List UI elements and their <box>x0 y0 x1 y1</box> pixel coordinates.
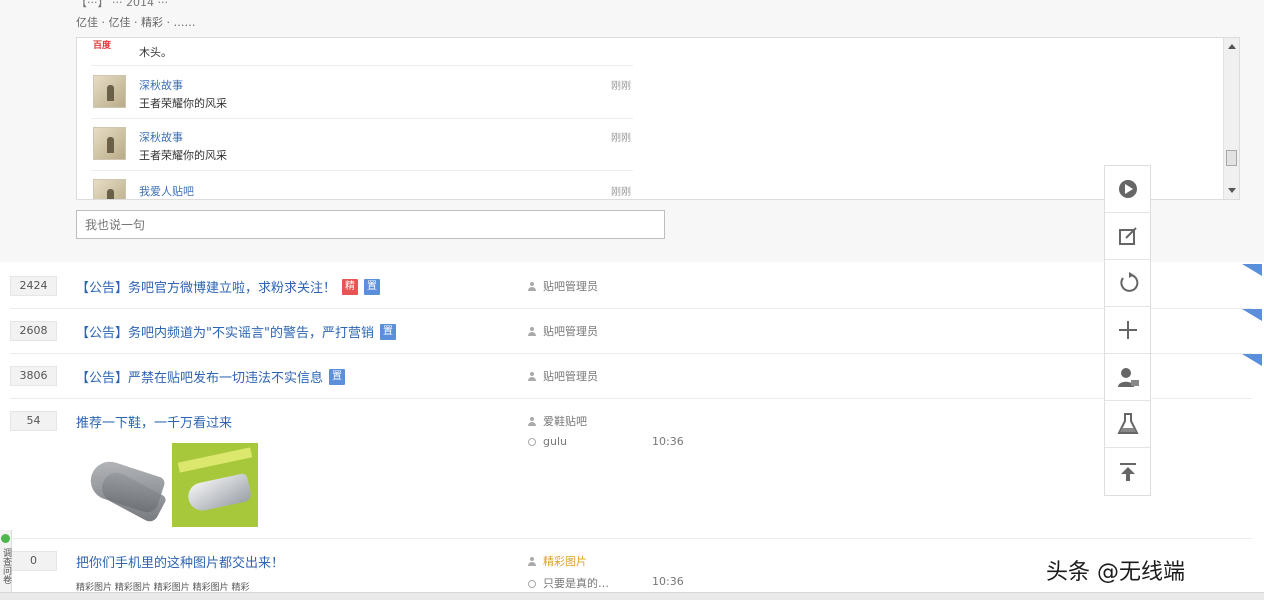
thread-title[interactable]: 【公告】务吧内频道为"不实谣言"的警告，严打营销 <box>76 322 374 341</box>
user-icon <box>1117 368 1139 387</box>
author-name[interactable]: 贴吧管理员 <box>543 280 598 293</box>
comment-author[interactable]: 我爱人贴吧 <box>139 183 194 199</box>
scroll-down-icon[interactable] <box>1228 188 1236 193</box>
reply-icon <box>528 580 536 588</box>
comment-text: 木头。 <box>139 46 172 59</box>
thread-abstract: 亿佳 · 亿佳 · 精彩 · …… <box>76 16 196 29</box>
thread-author[interactable]: 爱鞋贴吧 <box>528 413 587 429</box>
thread-image[interactable] <box>172 443 258 527</box>
lab-button[interactable] <box>1105 401 1150 448</box>
float-toolbar <box>1104 165 1151 496</box>
thread-title-cutoff[interactable]: 【···】 ··· 2014 ··· <box>76 0 168 10</box>
plus-icon <box>1118 321 1137 339</box>
corner-flag-icon <box>1242 309 1262 321</box>
reply-author-name[interactable]: 只要是真的… <box>543 577 609 590</box>
back-to-top-button[interactable] <box>1105 448 1150 495</box>
thread-title[interactable]: 【公告】务吧官方微博建立啦，求粉求关注！ <box>76 277 336 296</box>
refresh-button[interactable] <box>1105 260 1150 307</box>
comment-item: 百度 木头。 <box>91 38 633 66</box>
refresh-icon <box>1119 272 1138 292</box>
thread-author[interactable]: 贴吧管理员 <box>528 368 598 384</box>
add-button[interactable] <box>1105 307 1150 354</box>
thread-row: 2608 【公告】务吧内频道为"不实谣言"的警告，严打营销 置 贴吧管理员 <box>10 309 1262 354</box>
scroll-thumb[interactable] <box>1226 150 1237 166</box>
comment-text: 王者荣耀你的风采 <box>139 97 227 110</box>
thread-image[interactable] <box>84 443 170 527</box>
author-name[interactable]: 爱鞋贴吧 <box>543 415 587 428</box>
label-band-icon <box>177 447 253 473</box>
user-button[interactable] <box>1105 354 1150 401</box>
good-badge: 精 <box>342 278 359 295</box>
reply-icon <box>528 438 536 446</box>
comment-item: 深秋故事 王者荣耀你的风采 刚刚 <box>91 119 633 171</box>
comment-author[interactable]: 深秋故事 <box>139 77 183 93</box>
person-icon <box>528 557 537 566</box>
reply-count: 3806 <box>10 366 57 386</box>
top-badge: 置 <box>379 323 396 340</box>
last-reply-author[interactable]: 只要是真的… <box>528 575 609 591</box>
location-pin-icon <box>1118 180 1137 198</box>
edit-icon <box>1118 227 1137 245</box>
thread-author[interactable]: 精彩图片 <box>528 553 587 569</box>
last-reply-time: 10:36 <box>652 575 684 588</box>
avatar[interactable] <box>93 75 126 108</box>
reply-count: 2608 <box>10 321 57 341</box>
comment-time: 刚刚 <box>611 81 631 92</box>
location-button[interactable] <box>1105 166 1150 213</box>
reply-input[interactable] <box>76 210 665 239</box>
thread-title[interactable]: 把你们手机里的这种图片都交出来！ <box>76 552 284 571</box>
back-to-top-icon <box>1119 462 1136 481</box>
comment-text: 王者荣耀你的风采 <box>139 149 227 162</box>
author-name[interactable]: 贴吧管理员 <box>543 325 598 338</box>
thread-row: 2424 【公告】务吧官方微博建立啦，求粉求关注！ 精 置 贴吧管理员 <box>10 264 1262 309</box>
comment-scrollbar[interactable] <box>1223 38 1239 199</box>
avatar[interactable] <box>93 179 126 199</box>
author-name[interactable]: 贴吧管理员 <box>543 370 598 383</box>
thread-title[interactable]: 【公告】严禁在贴吧发布一切违法不实信息 <box>76 367 323 386</box>
author-name[interactable]: 精彩图片 <box>543 555 587 568</box>
shoe-image-icon <box>185 472 253 514</box>
comment-time: 刚刚 <box>611 133 631 144</box>
watermark: 头条 @无线端 <box>1046 560 1185 585</box>
survey-tab[interactable]: 调查问卷 <box>0 530 12 600</box>
horizontal-scrollbar[interactable] <box>0 592 1264 600</box>
comment-author[interactable]: 深秋故事 <box>139 129 183 145</box>
corner-flag-icon <box>1242 354 1262 366</box>
reply-count: 0 <box>10 551 57 571</box>
person-icon <box>528 327 537 336</box>
post-button[interactable] <box>1105 213 1150 260</box>
thread-title[interactable]: 推荐一下鞋，一千万看过来 <box>76 412 232 431</box>
thread-author[interactable]: 贴吧管理员 <box>528 278 598 294</box>
expanded-thread: 【···】 ··· 2014 ··· 亿佳 · 亿佳 · 精彩 · …… 百度 … <box>0 0 1264 262</box>
thread-author[interactable]: 贴吧管理员 <box>528 323 598 339</box>
last-reply-author[interactable]: gulu <box>528 435 567 448</box>
avatar[interactable] <box>93 127 126 160</box>
comment-time: 刚刚 <box>611 187 631 198</box>
person-icon <box>528 282 537 291</box>
person-icon <box>528 417 537 426</box>
reply-count: 2424 <box>10 276 57 296</box>
reply-author-name[interactable]: gulu <box>543 435 567 448</box>
flask-icon <box>1116 413 1139 434</box>
scroll-up-icon[interactable] <box>1228 44 1236 49</box>
thread-row: 54 推荐一下鞋，一千万看过来 爱鞋贴吧 gulu 10:36 <box>10 399 1252 539</box>
comment-item: 深秋故事 王者荣耀你的风采 刚刚 <box>91 67 633 119</box>
comment-item: 我爱人贴吧 刚刚 <box>91 171 633 199</box>
reply-count: 54 <box>10 411 57 431</box>
corner-flag-icon <box>1242 264 1262 276</box>
baidu-logo-icon: 百度 <box>93 41 112 51</box>
survey-tab-label: 调查问卷 <box>1 548 11 584</box>
last-reply-time: 10:36 <box>652 435 684 448</box>
survey-dot-icon <box>1 534 10 543</box>
comment-list: 百度 木头。 深秋故事 王者荣耀你的风采 刚刚 深秋故事 王者荣耀你的风采 刚刚… <box>76 37 1240 200</box>
person-icon <box>528 372 537 381</box>
top-badge: 置 <box>329 368 346 385</box>
top-badge: 置 <box>364 278 381 295</box>
thread-row: 3806 【公告】严禁在贴吧发布一切违法不实信息 置 贴吧管理员 <box>10 354 1262 399</box>
